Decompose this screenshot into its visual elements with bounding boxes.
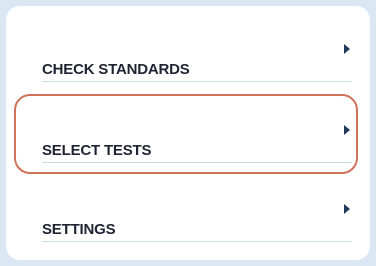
divider <box>42 162 352 163</box>
menu-item-select-tests[interactable]: SELECT TESTS <box>42 123 352 163</box>
menu-card: CHECK STANDARDS SELECT TESTS SETTINGS <box>6 6 370 260</box>
divider <box>42 81 352 82</box>
menu-item-label: CHECK STANDARDS <box>42 61 190 78</box>
menu-item-check-standards[interactable]: CHECK STANDARDS <box>42 42 352 82</box>
menu-item-label: SELECT TESTS <box>42 142 152 159</box>
chevron-right-icon <box>344 44 350 54</box>
chevron-right-icon <box>344 204 350 214</box>
chevron-right-icon <box>344 125 350 135</box>
divider <box>42 241 352 242</box>
menu-item-settings[interactable]: SETTINGS <box>42 202 352 242</box>
menu-item-label: SETTINGS <box>42 221 116 238</box>
